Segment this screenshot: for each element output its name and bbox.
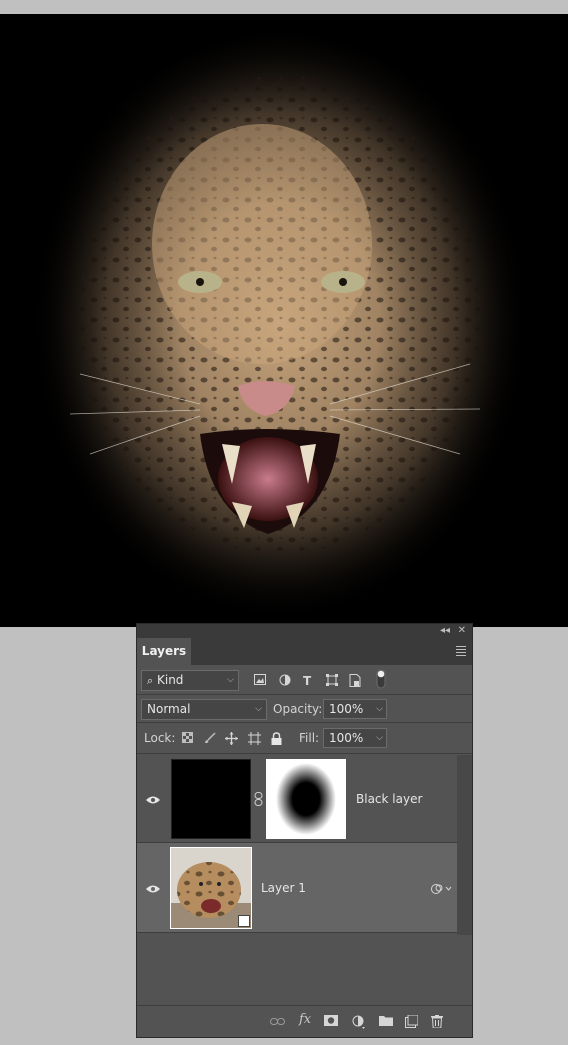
layers-scrollbar[interactable] bbox=[457, 755, 472, 935]
layer-row-layer-1[interactable]: Layer 1 bbox=[137, 843, 457, 933]
fill-value: 100% bbox=[329, 731, 364, 745]
link-layers-icon[interactable] bbox=[270, 1015, 285, 1029]
layer-thumbnail[interactable] bbox=[171, 759, 251, 839]
fx-icon[interactable]: fx bbox=[299, 1012, 311, 1027]
lock-position-icon[interactable] bbox=[225, 732, 238, 748]
smart-filter-options-icon[interactable] bbox=[430, 883, 452, 895]
opacity-field[interactable]: 100% ⌵ bbox=[323, 699, 387, 719]
add-mask-icon[interactable] bbox=[324, 1015, 338, 1029]
fill-field[interactable]: 100% ⌵ bbox=[323, 728, 387, 748]
shape-filter-icon[interactable] bbox=[326, 674, 338, 689]
adjustment-filter-icon[interactable] bbox=[279, 674, 291, 689]
delete-icon[interactable] bbox=[431, 1015, 443, 1031]
collapse-panel-icon[interactable]: ◂◂ bbox=[440, 624, 450, 638]
chevron-down-icon: ⌵ bbox=[227, 675, 234, 685]
filter-row: ⌕ Kind ⌵ T bbox=[137, 665, 472, 695]
kind-label: Kind bbox=[157, 673, 184, 687]
visibility-eye-icon[interactable] bbox=[146, 796, 160, 804]
chevron-down-icon: ⌵ bbox=[376, 704, 383, 714]
tab-layers[interactable]: Layers bbox=[137, 638, 191, 665]
layers-bottom-toolbar: fx bbox=[137, 1005, 472, 1037]
layer-mask-thumbnail[interactable] bbox=[266, 759, 346, 839]
document-canvas[interactable] bbox=[0, 14, 568, 627]
search-icon: ⌕ bbox=[147, 674, 154, 687]
chevron-down-icon: ⌵ bbox=[255, 704, 262, 714]
lock-label: Lock: bbox=[144, 731, 176, 745]
blend-mode-value: Normal bbox=[147, 702, 191, 716]
blend-mode-dropdown[interactable]: Normal ⌵ bbox=[141, 699, 267, 720]
layer-name[interactable]: Black layer bbox=[356, 792, 422, 806]
layers-list: Black layer Layer 1 bbox=[137, 755, 472, 1005]
layer-row-black-layer[interactable]: Black layer bbox=[137, 755, 457, 843]
opacity-label: Opacity: bbox=[273, 702, 323, 716]
smart-object-filter-icon[interactable] bbox=[349, 674, 361, 690]
lock-artboard-icon[interactable] bbox=[248, 732, 261, 748]
new-layer-icon[interactable] bbox=[405, 1014, 419, 1031]
blend-row: Normal ⌵ Opacity: 100% ⌵ bbox=[137, 695, 472, 723]
type-filter-icon[interactable]: T bbox=[303, 674, 311, 688]
filter-toggle-icon[interactable] bbox=[376, 669, 386, 692]
lock-row: Lock: Fill: 100% ⌵ bbox=[137, 723, 472, 754]
lock-image-pixels-icon[interactable] bbox=[204, 732, 216, 747]
new-adjustment-icon[interactable] bbox=[352, 1015, 366, 1032]
panel-title-bar: ◂◂ ✕ bbox=[137, 624, 472, 638]
lock-all-icon[interactable] bbox=[271, 732, 282, 748]
smart-object-badge-icon bbox=[238, 915, 250, 927]
panel-tab-row: Layers bbox=[137, 638, 472, 665]
mask-link-icon[interactable] bbox=[254, 792, 263, 806]
layer-thumbnail[interactable] bbox=[170, 847, 252, 929]
fill-label: Fill: bbox=[299, 731, 320, 745]
layer-name[interactable]: Layer 1 bbox=[261, 881, 306, 895]
visibility-eye-icon[interactable] bbox=[146, 885, 160, 893]
panel-menu-icon[interactable] bbox=[456, 646, 466, 658]
image-filter-icon[interactable] bbox=[254, 674, 266, 688]
layers-panel: ◂◂ ✕ Layers ⌕ Kind ⌵ T Normal ⌵ Opacity:… bbox=[136, 623, 473, 1038]
close-panel-icon[interactable]: ✕ bbox=[458, 624, 466, 638]
opacity-value: 100% bbox=[329, 702, 364, 716]
lock-transparent-pixels-icon[interactable] bbox=[182, 732, 193, 746]
chevron-down-icon: ⌵ bbox=[376, 733, 383, 743]
kind-filter-dropdown[interactable]: ⌕ Kind ⌵ bbox=[141, 670, 239, 691]
new-group-icon[interactable] bbox=[379, 1015, 393, 1029]
leopard-photo bbox=[0, 14, 568, 627]
